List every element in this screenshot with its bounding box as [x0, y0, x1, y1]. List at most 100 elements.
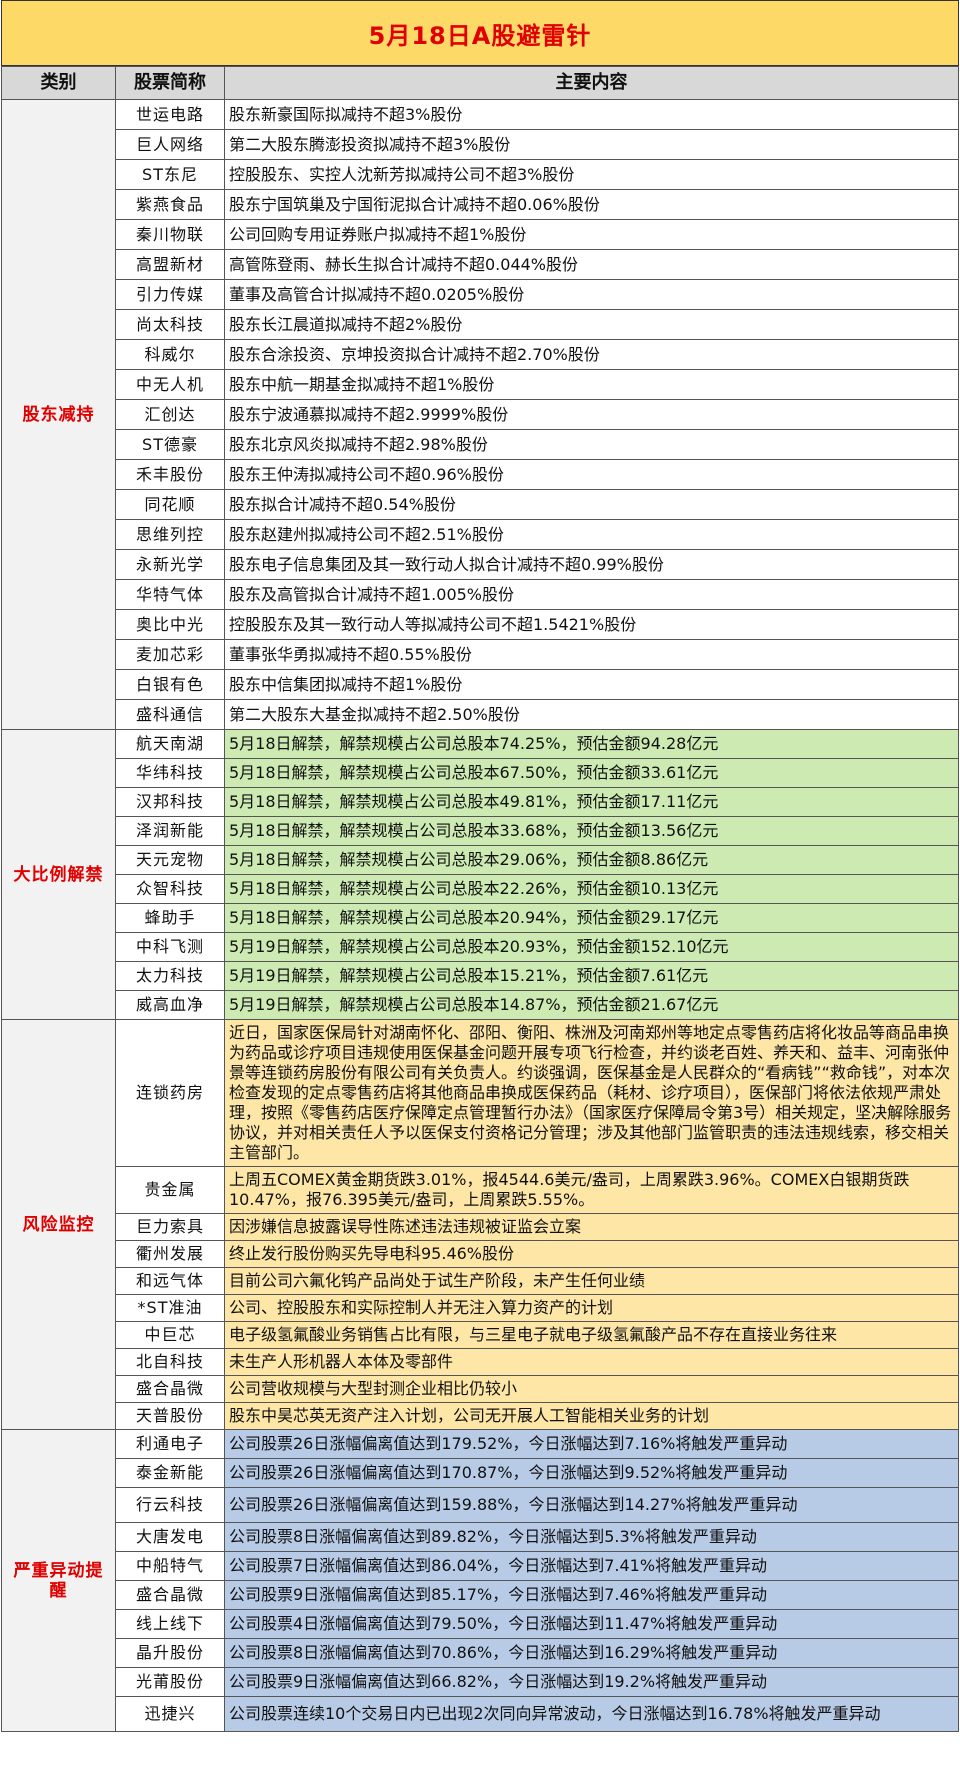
stock-name-cell: 衢州发展 — [115, 1240, 225, 1268]
content-cell: 5月18日解禁，解禁规模占公司总股本33.68%，预估金额13.56亿元 — [224, 816, 959, 846]
table-row: 大唐发电 公司股票8日涨幅偏离值达到89.82%，今日涨幅达到5.3%将触发严重异… — [2, 1522, 959, 1552]
content-cell: 股东赵建州拟减持公司不超2.51%股份 — [224, 519, 959, 550]
header-stock: 股票简称 — [115, 66, 225, 100]
stock-name-cell: 中科飞测 — [115, 932, 225, 962]
content-cell: 未生产人形机器人本体及零部件 — [224, 1348, 959, 1376]
table-row: 风险监控 连锁药房 近日，国家医保局针对湖南怀化、邵阳、衡阳、株洲及河南郑州等地定点… — [1, 1019, 959, 1430]
stock-name-cell: 行云科技 — [115, 1487, 225, 1523]
stock-name-cell: 天元宠物 — [115, 845, 225, 875]
stock-name-cell: 世运电路 — [115, 99, 225, 130]
table-row: 禾丰股份 股东王仲涛拟减持公司不超0.96%股份 — [2, 459, 959, 490]
content-cell: 电子级氢氟酸业务销售占比有限，与三星电子就电子级氢氟酸产品不存在直接业务往来 — [224, 1321, 959, 1349]
table-row: 引力传媒 董事及高管合计拟减持不超0.0205%股份 — [2, 279, 959, 310]
stock-name-cell: 大唐发电 — [115, 1522, 225, 1552]
stock-name-cell: 盛科通信 — [115, 699, 225, 730]
table-row: 太力科技 5月19日解禁，解禁规模占公司总股本15.21%，预估金额7.61亿元 — [2, 961, 959, 991]
stock-name-cell: 中巨芯 — [115, 1321, 225, 1349]
table-row: 天普股份 股东中昊芯英无资产注入计划，公司无开展人工智能相关业务的计划 — [2, 1402, 959, 1430]
content-cell: 公司股票9日涨幅偏离值达到85.17%，今日涨幅达到7.46%将触发严重异动 — [224, 1580, 959, 1610]
stock-name-cell: 高盟新材 — [115, 249, 225, 280]
table-row: 中船特气 公司股票7日涨幅偏离值达到86.04%，今日涨幅达到7.41%将触发严重… — [2, 1551, 959, 1581]
stock-name-cell: 利通电子 — [115, 1429, 225, 1459]
content-cell: 股东宁波通慕拟减持不超2.9999%股份 — [224, 399, 959, 430]
stock-name-cell: ST德豪 — [115, 429, 225, 460]
stock-name-cell: 光莆股份 — [115, 1667, 225, 1697]
content-cell: 股东北京风炎拟减持不超2.98%股份 — [224, 429, 959, 460]
table-row: 巨力索具 因涉嫌信息披露误导性陈述违法违规被证监会立案 — [2, 1213, 959, 1241]
stock-name-cell: 盛合晶微 — [115, 1375, 225, 1403]
stock-name-cell: 迅捷兴 — [115, 1696, 225, 1732]
page: 5月18日A股避雷针 类别 股票简称 主要内容 股东减持 世运电路 股东新豪国际拟减… — [1, 0, 959, 1732]
stock-name-cell: 中船特气 — [115, 1551, 225, 1581]
stock-name-cell: 汇创达 — [115, 399, 225, 430]
stock-name-cell: 思维列控 — [115, 519, 225, 550]
content-cell: 5月19日解禁，解禁规模占公司总股本15.21%，预估金额7.61亿元 — [224, 961, 959, 991]
content-cell: 股东电子信息集团及其一致行动人拟合计减持不超0.99%股份 — [224, 549, 959, 580]
content-cell: 控股股东及其一致行动人等拟减持公司不超1.5421%股份 — [224, 609, 959, 640]
table-row: 大比例解禁 航天南湖 5月18日解禁，解禁规模占公司总股本74.25%，预估金额94… — [1, 729, 959, 1020]
stock-name-cell: 泰金新能 — [115, 1458, 225, 1488]
table-row: 思维列控 股东赵建州拟减持公司不超2.51%股份 — [2, 519, 959, 550]
table-header-row: 类别 股票简称 主要内容 — [1, 66, 959, 100]
content-cell: 公司股票26日涨幅偏离值达到179.52%，今日涨幅达到7.16%将触发严重异动 — [224, 1429, 959, 1459]
table-row: 紫燕食品 股东宁国筑巢及宁国衔泥拟合计减持不超0.06%股份 — [2, 189, 959, 220]
content-cell: 董事及高管合计拟减持不超0.0205%股份 — [224, 279, 959, 310]
table-row: 汇创达 股东宁波通慕拟减持不超2.9999%股份 — [2, 399, 959, 430]
stock-name-cell: *ST准油 — [115, 1294, 225, 1322]
content-cell: 股东长江晨道拟减持不超2%股份 — [224, 309, 959, 340]
table-row: 和远气体 目前公司六氟化钨产品尚处于试生产阶段，未产生任何业绩 — [2, 1267, 959, 1295]
stock-name-cell: 汉邦科技 — [115, 787, 225, 817]
stock-name-cell: 线上线下 — [115, 1609, 225, 1639]
stock-name-cell: 禾丰股份 — [115, 459, 225, 490]
stock-name-cell: 太力科技 — [115, 961, 225, 991]
content-cell: 5月18日解禁，解禁规模占公司总股本49.81%，预估金额17.11亿元 — [224, 787, 959, 817]
category-cell: 严重异动提醒 — [1, 1429, 116, 1732]
stock-name-cell: 紫燕食品 — [115, 189, 225, 220]
table-row: 中巨芯 电子级氢氟酸业务销售占比有限，与三星电子就电子级氢氟酸产品不存在直接业务往… — [2, 1321, 959, 1349]
table-row: 众智科技 5月18日解禁，解禁规模占公司总股本22.26%，预估金额10.13亿元 — [2, 874, 959, 904]
stock-name-cell: 北自科技 — [115, 1348, 225, 1376]
table-row: ST德豪 股东北京风炎拟减持不超2.98%股份 — [2, 429, 959, 460]
stock-name-cell: 华纬科技 — [115, 758, 225, 788]
content-cell: 股东合涂投资、京坤投资拟合计减持不超2.70%股份 — [224, 339, 959, 370]
content-cell: 5月18日解禁，解禁规模占公司总股本74.25%，预估金额94.28亿元 — [224, 729, 959, 759]
stock-name-cell: 贵金属 — [115, 1166, 225, 1214]
table-row: 巨人网络 第二大股东腾澎投资拟减持不超3%股份 — [2, 129, 959, 160]
stock-name-cell: 秦川物联 — [115, 219, 225, 250]
content-cell: 股东中航一期基金拟减持不超1%股份 — [224, 369, 959, 400]
content-cell: 股东王仲涛拟减持公司不超0.96%股份 — [224, 459, 959, 490]
content-cell: 公司回购专用证券账户拟减持不超1%股份 — [224, 219, 959, 250]
content-cell: 5月19日解禁，解禁规模占公司总股本20.93%，预估金额152.10亿元 — [224, 932, 959, 962]
table-row: 威高血净 5月19日解禁，解禁规模占公司总股本14.87%，预估金额21.67亿元 — [2, 990, 959, 1020]
stock-name-cell: 白银有色 — [115, 669, 225, 700]
stock-name-cell: 天普股份 — [115, 1402, 225, 1430]
page-title: 5月18日A股避雷针 — [1, 0, 959, 66]
content-cell: 公司股票8日涨幅偏离值达到89.82%，今日涨幅达到5.3%将触发严重异动 — [224, 1522, 959, 1552]
stock-name-cell: 巨力索具 — [115, 1213, 225, 1241]
table-row: 汉邦科技 5月18日解禁，解禁规模占公司总股本49.81%，预估金额17.11亿元 — [2, 787, 959, 817]
table-row: 盛合晶微 公司营收规模与大型封测企业相比仍较小 — [2, 1375, 959, 1403]
content-cell: 第二大股东大基金拟减持不超2.50%股份 — [224, 699, 959, 730]
table-row: 泽润新能 5月18日解禁，解禁规模占公司总股本33.68%，预估金额13.56亿元 — [2, 816, 959, 846]
content-cell: 股东中昊芯英无资产注入计划，公司无开展人工智能相关业务的计划 — [224, 1402, 959, 1430]
stock-name-cell: 盛合晶微 — [115, 1580, 225, 1610]
table-row: 天元宠物 5月18日解禁，解禁规模占公司总股本29.06%，预估金额8.86亿元 — [2, 845, 959, 875]
content-cell: 公司股票26日涨幅偏离值达到159.88%，今日涨幅达到14.27%将触发严重异… — [224, 1487, 959, 1523]
stock-name-cell: 威高血净 — [115, 990, 225, 1020]
table-row: 贵金属 上周五COMEX黄金期货跌3.01%，报4544.6美元/盎司，上周累跌3… — [2, 1166, 959, 1214]
stock-name-cell: 蜂助手 — [115, 903, 225, 933]
table-body: 股东减持 世运电路 股东新豪国际拟减持不超3%股份 巨人网络 第二大股东腾澎投资拟减持不… — [1, 99, 959, 1732]
content-cell: 近日，国家医保局针对湖南怀化、邵阳、衡阳、株洲及河南郑州等地定点零售药店将化妆品… — [224, 1019, 959, 1167]
content-cell: 公司股票26日涨幅偏离值达到170.87%，今日涨幅达到9.52%将触发严重异动 — [224, 1458, 959, 1488]
content-cell: 公司股票4日涨幅偏离值达到79.50%，今日涨幅达到11.47%将触发严重异动 — [224, 1609, 959, 1639]
stock-name-cell: ST东尼 — [115, 159, 225, 190]
content-cell: 终止发行股份购买先导电科95.46%股份 — [224, 1240, 959, 1268]
stock-name-cell: 科威尔 — [115, 339, 225, 370]
content-cell: 公司股票7日涨幅偏离值达到86.04%，今日涨幅达到7.41%将触发严重异动 — [224, 1551, 959, 1581]
content-cell: 董事张华勇拟减持不超0.55%股份 — [224, 639, 959, 670]
content-cell: 目前公司六氟化钨产品尚处于试生产阶段，未产生任何业绩 — [224, 1267, 959, 1295]
table-row: 同花顺 股东拟合计减持不超0.54%股份 — [2, 489, 959, 520]
table-row: 尚太科技 股东长江晨道拟减持不超2%股份 — [2, 309, 959, 340]
table-row: 科威尔 股东合涂投资、京坤投资拟合计减持不超2.70%股份 — [2, 339, 959, 370]
content-cell: 公司营收规模与大型封测企业相比仍较小 — [224, 1375, 959, 1403]
